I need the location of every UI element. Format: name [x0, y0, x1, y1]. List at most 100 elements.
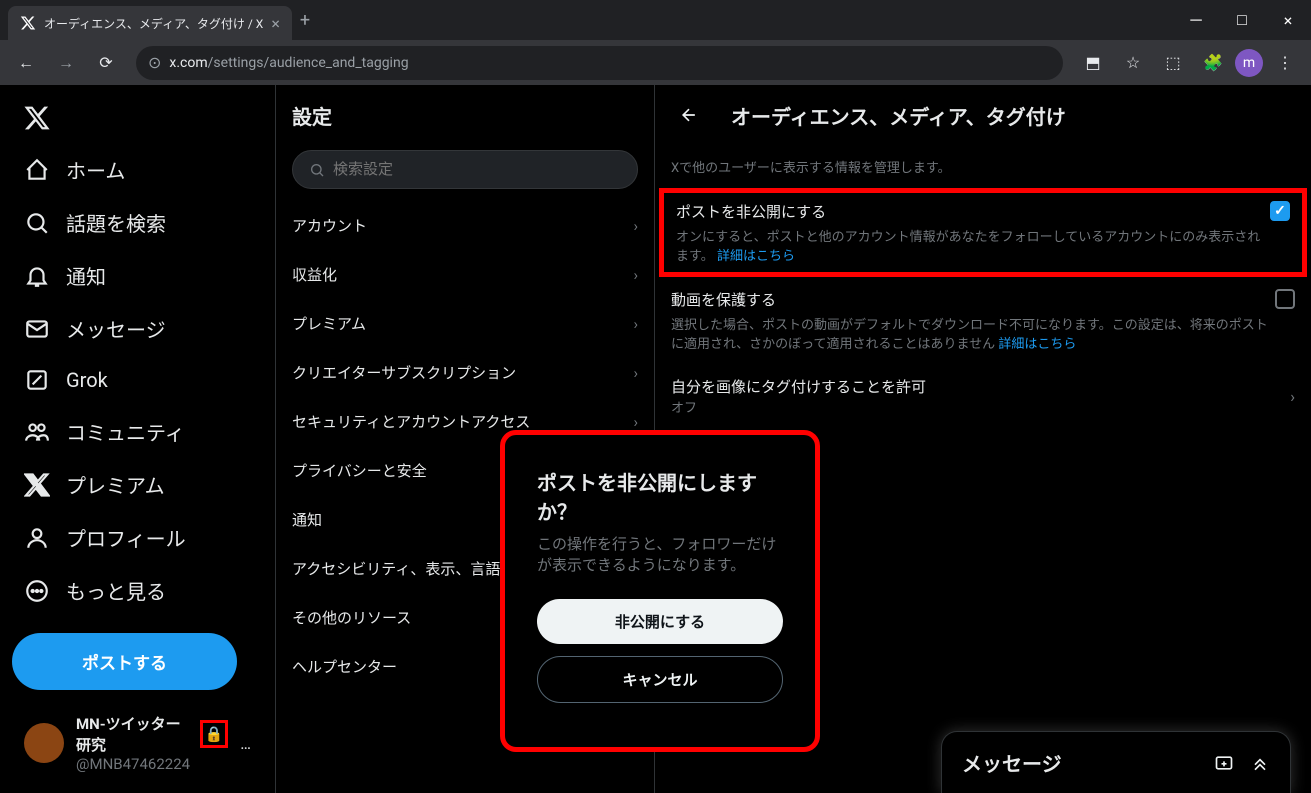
search-input[interactable] — [333, 161, 621, 178]
sidebar-item-label: メッセージ — [66, 314, 166, 343]
reload-button[interactable]: ⟳ — [88, 45, 124, 81]
sidebar-item-label: プロフィール — [66, 523, 186, 552]
browser-tab[interactable]: オーディエンス、メディア、タグ付け / X × — [8, 6, 292, 40]
site-info-icon[interactable]: ⊙ — [148, 53, 161, 72]
install-app-icon[interactable]: ⬒ — [1075, 45, 1111, 81]
lock-icon: 🔒 — [200, 720, 229, 748]
back-button[interactable] — [671, 97, 707, 133]
setting-label: 自分を画像にタグ付けすることを許可 — [671, 376, 926, 397]
detail-header: オーディエンス、メディア、タグ付け — [655, 85, 1311, 145]
extensions-icon[interactable]: ⬚ — [1155, 45, 1191, 81]
user-handle: @MNB47462224 — [76, 755, 228, 773]
x-icon — [24, 472, 50, 498]
detail-title: オーディエンス、メディア、タグ付け — [731, 101, 1066, 130]
puzzle-icon[interactable]: 🧩 — [1195, 45, 1231, 81]
cancel-button[interactable]: キャンセル — [537, 656, 783, 703]
arrow-left-icon — [679, 105, 699, 125]
back-button[interactable]: ← — [8, 45, 44, 81]
confirm-button[interactable]: 非公開にする — [537, 599, 783, 644]
search-icon — [24, 210, 50, 236]
settings-item-label: セキュリティとアカウントアクセス — [292, 411, 530, 432]
grok-icon — [24, 367, 50, 393]
settings-search[interactable] — [292, 150, 638, 189]
chevron-right-icon: › — [633, 364, 638, 382]
minimize-button[interactable]: ─ — [1173, 0, 1219, 40]
new-message-icon[interactable] — [1214, 753, 1234, 773]
maximize-button[interactable]: □ — [1219, 0, 1265, 40]
setting-protect-videos: 動画を保護する 選択した場合、ポストの動画がデフォルトでダウンロード不可になりま… — [655, 277, 1311, 364]
home-icon — [24, 157, 50, 183]
protect-videos-checkbox[interactable] — [1275, 289, 1295, 309]
sidebar-item-label: プレミアム — [66, 470, 165, 499]
new-tab-button[interactable]: + — [300, 10, 310, 31]
sidebar-item-more[interactable]: もっと見る — [12, 564, 263, 617]
settings-item-label: プレミアム — [292, 313, 366, 334]
more-dots-icon[interactable]: … — [240, 734, 251, 753]
menu-icon[interactable]: ⋮ — [1267, 45, 1303, 81]
settings-item-label: クリエイターサブスクリプション — [292, 362, 516, 383]
setting-photo-tagging[interactable]: 自分を画像にタグ付けすることを許可 オフ › — [655, 364, 1311, 428]
detail-description: Xで他のユーザーに表示する情報を管理します。 — [655, 145, 1311, 188]
sidebar-item-premium[interactable]: プレミアム — [12, 458, 263, 511]
settings-item-label: プライバシーと安全 — [292, 460, 427, 481]
sidebar-item-profile[interactable]: プロフィール — [12, 511, 263, 564]
setting-description: 選択した場合、ポストの動画がデフォルトでダウンロード不可になります。この設定は、… — [671, 314, 1275, 352]
user-card[interactable]: MN-ツイッター研究 🔒 @MNB47462224 … — [12, 701, 263, 785]
x-icon — [20, 15, 36, 31]
user-info: MN-ツイッター研究 🔒 @MNB47462224 — [76, 713, 228, 773]
settings-item-monetization[interactable]: 収益化 › — [276, 250, 654, 299]
user-avatar — [24, 723, 64, 763]
settings-item-label: 通知 — [292, 509, 322, 530]
url-field[interactable]: ⊙ x.com/settings/audience_and_tagging — [136, 46, 1063, 80]
learn-more-link[interactable]: 詳細はこちら — [998, 337, 1076, 352]
sidebar-item-communities[interactable]: コミュニティ — [12, 405, 263, 458]
search-icon — [309, 162, 325, 178]
close-window-button[interactable]: × — [1265, 0, 1311, 40]
settings-item-label: アカウント — [292, 215, 367, 236]
settings-item-premium[interactable]: プレミアム › — [276, 299, 654, 348]
setting-description: オンにすると、ポストと他のアカウント情報があなたをフォローしているアカウントにの… — [676, 226, 1270, 264]
sidebar-item-label: コミュニティ — [66, 417, 185, 446]
post-button[interactable]: ポストする — [12, 633, 237, 690]
settings-item-account[interactable]: アカウント › — [276, 201, 654, 250]
chevron-right-icon: › — [1290, 387, 1295, 406]
more-icon — [24, 578, 50, 604]
sidebar-item-label: ホーム — [66, 155, 125, 184]
url-text: x.com/settings/audience_and_tagging — [169, 55, 408, 71]
setting-value: オフ — [671, 397, 926, 416]
setting-label: ポストを非公開にする — [676, 201, 1270, 222]
close-icon[interactable]: × — [271, 14, 280, 33]
bell-icon — [24, 263, 50, 289]
settings-item-subscriptions[interactable]: クリエイターサブスクリプション › — [276, 348, 654, 397]
learn-more-link[interactable]: 詳細はこちら — [717, 249, 795, 264]
sidebar: ホーム 話題を検索 通知 メッセージ Grok コミュニティ プレミアム プロ — [0, 85, 275, 793]
settings-item-label: 収益化 — [292, 264, 337, 285]
tab-bar: オーディエンス、メディア、タグ付け / X × + ─ □ × — [0, 0, 1311, 40]
sidebar-item-label: 通知 — [66, 261, 106, 290]
bookmark-icon[interactable]: ☆ — [1115, 45, 1151, 81]
sidebar-item-messages[interactable]: メッセージ — [12, 302, 263, 355]
settings-item-label: その他のリソース — [292, 607, 411, 628]
chevron-right-icon: › — [633, 266, 638, 284]
chevron-right-icon: › — [633, 315, 638, 333]
user-display-name: MN-ツイッター研究 — [76, 713, 196, 755]
protect-posts-checkbox[interactable] — [1270, 201, 1290, 221]
messages-dock[interactable]: メッセージ — [941, 731, 1291, 793]
sidebar-item-home[interactable]: ホーム — [12, 143, 263, 196]
people-icon — [24, 419, 50, 445]
sidebar-item-explore[interactable]: 話題を検索 — [12, 196, 263, 249]
chevron-right-icon: › — [633, 413, 638, 431]
tab-title: オーディエンス、メディア、タグ付け / X — [44, 15, 263, 32]
address-bar: ← → ⟳ ⊙ x.com/settings/audience_and_tagg… — [0, 40, 1311, 85]
browser-chrome: オーディエンス、メディア、タグ付け / X × + ─ □ × ← → ⟳ ⊙ … — [0, 0, 1311, 85]
sidebar-item-notifications[interactable]: 通知 — [12, 249, 263, 302]
profile-avatar-button[interactable]: m — [1235, 49, 1263, 77]
sidebar-item-grok[interactable]: Grok — [12, 355, 263, 405]
forward-button: → — [48, 45, 84, 81]
settings-item-label: ヘルプセンター — [292, 656, 397, 677]
expand-icon[interactable] — [1250, 753, 1270, 773]
x-logo[interactable] — [12, 93, 62, 143]
chevron-right-icon: › — [633, 217, 638, 235]
window-controls: ─ □ × — [1173, 0, 1311, 40]
messages-title: メッセージ — [962, 748, 1062, 777]
